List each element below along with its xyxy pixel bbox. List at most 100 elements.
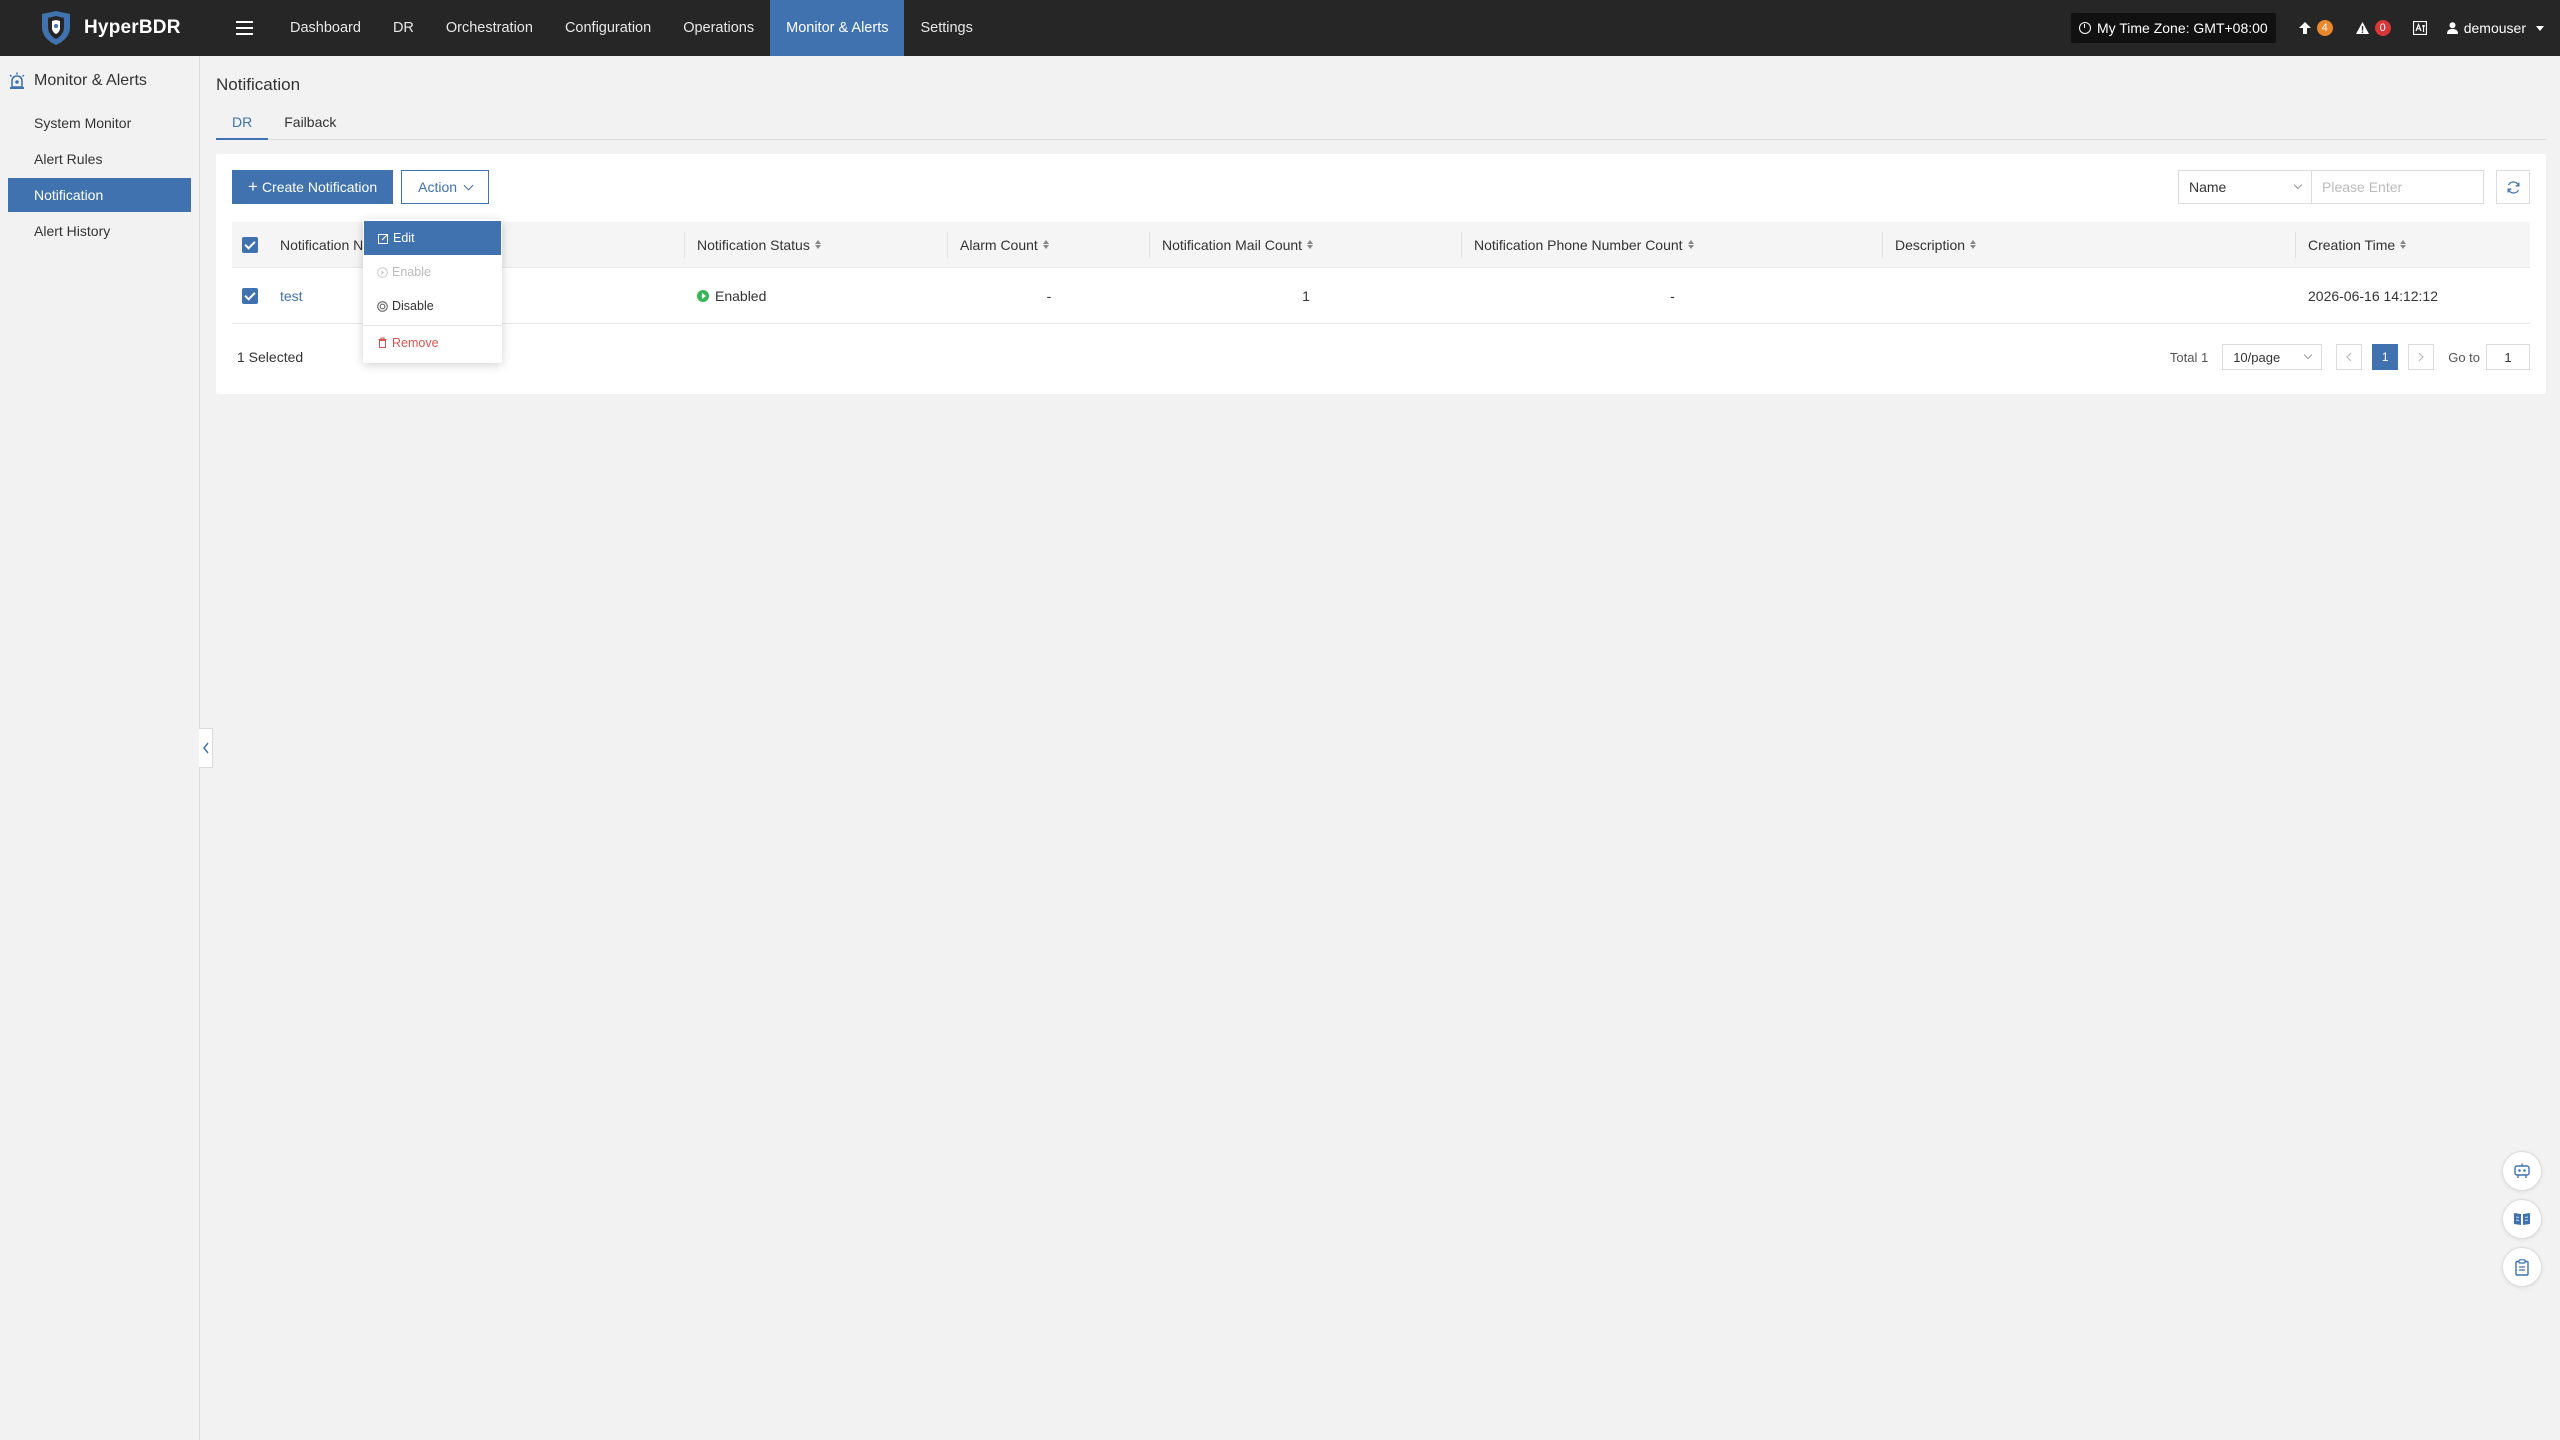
menu-item-enable-label: Enable — [392, 265, 431, 279]
trash-icon — [378, 337, 387, 348]
sidebar-item-system-monitor[interactable]: System Monitor — [8, 106, 191, 140]
refresh-icon — [2507, 180, 2519, 194]
col-description[interactable]: Description — [1883, 222, 2296, 267]
sidebar: Monitor & Alerts System Monitor Alert Ru… — [0, 56, 200, 1440]
top-navbar: HyperBDR Dashboard DR Orchestration Conf… — [0, 0, 2560, 56]
tab-dr[interactable]: DR — [216, 111, 269, 140]
menu-item-disable-label: Disable — [392, 299, 434, 313]
app-name: HyperBDR — [84, 17, 181, 38]
menu-item-edit[interactable]: Edit — [364, 221, 501, 255]
sidebar-item-alert-history[interactable]: Alert History — [8, 214, 191, 248]
tab-bar: DR Failback — [216, 111, 2546, 140]
toolbar: + Create Notification Action — [232, 170, 490, 204]
caret-down-icon — [2536, 25, 2544, 31]
chevron-down-icon — [463, 180, 474, 190]
nav-configuration[interactable]: Configuration — [549, 0, 667, 56]
notification-panel: + Create Notification Action Name Please… — [216, 154, 2546, 394]
prev-page-button[interactable] — [2336, 344, 2363, 370]
sidebar-item-notification[interactable]: Notification — [8, 178, 191, 212]
notification-name-link[interactable]: test — [280, 288, 303, 304]
chevron-right-icon — [2418, 352, 2425, 362]
search-input[interactable] — [2312, 170, 2484, 204]
menu-item-remove[interactable]: Remove — [363, 325, 502, 359]
shield-logo-icon — [42, 11, 70, 45]
page-buttons: 1 — [2336, 344, 2435, 370]
menu-toggle-icon[interactable] — [216, 0, 272, 56]
robot-icon — [2514, 1163, 2530, 1178]
table-row[interactable]: test Enabled - 1 - 2026-06-16 14:12:12 — [232, 268, 2530, 324]
tab-failback[interactable]: Failback — [268, 111, 352, 140]
action-label: Action — [418, 179, 458, 195]
nav-operations[interactable]: Operations — [667, 0, 770, 56]
menu-item-remove-label: Remove — [392, 335, 439, 350]
selected-count: 1 Selected — [237, 349, 304, 365]
sort-icon — [1042, 240, 1049, 249]
select-all-checkbox[interactable] — [242, 236, 258, 253]
page-size-select[interactable]: 10/page — [2222, 344, 2323, 370]
goto-label: Go to — [2448, 349, 2480, 365]
sidebar-collapse-button[interactable] — [199, 728, 213, 768]
table-header: Notification Name Notification Status Al… — [232, 222, 2530, 268]
nav-monitor-alerts[interactable]: Monitor & Alerts — [770, 0, 905, 56]
nav-dashboard[interactable]: Dashboard — [274, 0, 377, 56]
row-checkbox[interactable] — [242, 287, 258, 304]
user-menu[interactable]: demouser — [2446, 20, 2544, 36]
menu-item-edit-label: Edit — [393, 231, 415, 245]
cell-phone-count: - — [1670, 287, 1675, 304]
col-creation-time[interactable]: Creation Time — [2296, 222, 2530, 267]
timezone-indicator[interactable]: My Time Zone: GMT+08:00 — [2070, 13, 2276, 43]
upgrade-count-badge: 4 — [2316, 20, 2333, 36]
username: demouser — [2463, 20, 2526, 36]
goto-page-input[interactable] — [2486, 344, 2530, 370]
goto-page: Go to — [2448, 344, 2530, 370]
cell-alarm-count: - — [1046, 287, 1052, 304]
cell-creation-time: 2026-06-16 14:12:12 — [2308, 287, 2438, 304]
notification-table: Notification Name Notification Status Al… — [232, 222, 2530, 324]
cell-status: Enabled — [685, 268, 948, 323]
floating-docs-button[interactable] — [2502, 1199, 2542, 1239]
pagination: Total 1 10/page 1 Go to — [2170, 344, 2530, 370]
alert-notifications[interactable]: 0 — [2355, 20, 2391, 36]
table-footer: 1 Selected Total 1 10/page 1 Go to 1 — [232, 340, 2530, 374]
refresh-button[interactable] — [2496, 170, 2530, 204]
col-mail-count[interactable]: Notification Mail Count — [1150, 222, 1462, 267]
clipboard-icon — [2515, 1258, 2529, 1276]
language-switch[interactable] — [2412, 21, 2427, 35]
col-creation-time-label: Creation Time — [2308, 236, 2396, 253]
page-title: Notification — [216, 75, 301, 94]
col-phone-count[interactable]: Notification Phone Number Count — [1462, 222, 1883, 267]
clock-icon — [2078, 22, 2091, 34]
search-field-select[interactable]: Name — [2178, 170, 2312, 204]
page-size-value: 10/page — [2233, 349, 2281, 365]
menu-item-enable: Enable — [363, 255, 502, 289]
menu-item-disable[interactable]: Disable — [363, 289, 502, 323]
page-number-button[interactable]: 1 — [2372, 344, 2399, 370]
cell-description — [1883, 268, 2296, 323]
chevron-left-icon — [202, 742, 209, 754]
sort-icon — [2400, 240, 2407, 249]
next-page-button[interactable] — [2408, 344, 2435, 370]
col-alarm-count-label: Alarm Count — [960, 236, 1038, 253]
sort-icon — [1687, 240, 1694, 249]
nav-settings[interactable]: Settings — [904, 0, 988, 56]
enabled-status-icon — [697, 289, 709, 302]
create-notification-button[interactable]: + Create Notification — [232, 170, 394, 204]
nav-dr[interactable]: DR — [377, 0, 430, 56]
floating-robot-button[interactable] — [2502, 1151, 2542, 1191]
app-logo[interactable]: HyperBDR — [0, 0, 200, 56]
alert-count-badge: 0 — [2374, 20, 2391, 36]
col-notification-status[interactable]: Notification Status — [685, 222, 948, 267]
status-text: Enabled — [715, 287, 767, 304]
col-mail-count-label: Notification Mail Count — [1162, 236, 1303, 253]
floating-clipboard-button[interactable] — [2502, 1247, 2542, 1287]
sidebar-title: Monitor & Alerts — [34, 72, 147, 89]
nav-orchestration[interactable]: Orchestration — [430, 0, 549, 56]
upgrade-notifications[interactable]: 4 — [2298, 20, 2333, 36]
col-alarm-count[interactable]: Alarm Count — [948, 222, 1150, 267]
action-dropdown-button[interactable]: Action — [401, 170, 490, 204]
sidebar-item-alert-rules[interactable]: Alert Rules — [8, 142, 191, 176]
alarm-light-icon — [9, 72, 25, 89]
sort-icon — [1307, 240, 1314, 249]
col-notification-status-label: Notification Status — [697, 236, 810, 253]
translate-icon — [2412, 21, 2427, 35]
